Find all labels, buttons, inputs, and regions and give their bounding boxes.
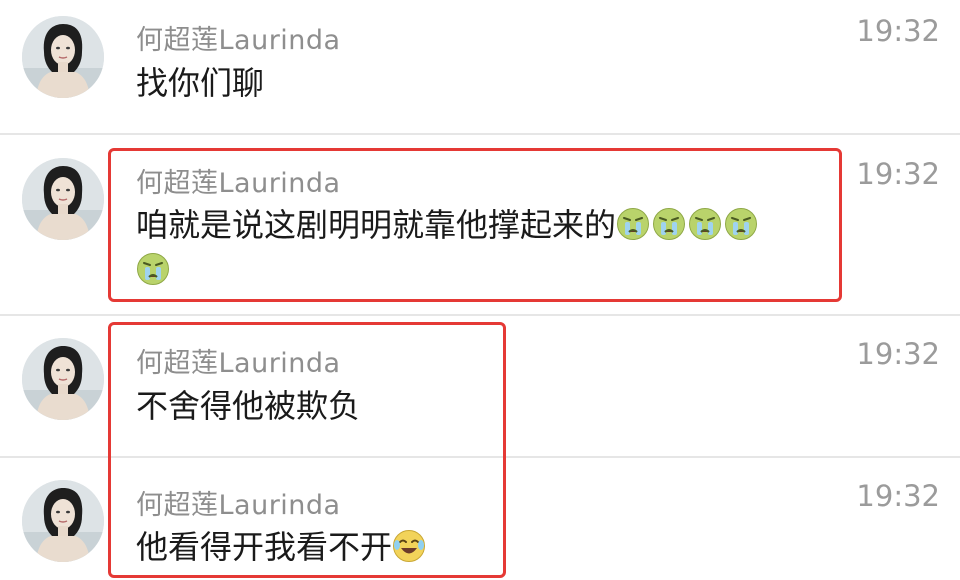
avatar[interactable]: [22, 480, 104, 562]
chat-message[interactable]: 何超莲Laurinda 19:32 不舍得他被欺负: [0, 316, 960, 456]
sender-name[interactable]: 何超莲Laurinda: [136, 161, 341, 200]
chat-message[interactable]: 何超莲Laurinda 19:32 他看得开我看不开: [0, 458, 960, 580]
crying-face-icon: [652, 207, 686, 241]
message-text: 他看得开我看不开: [136, 528, 393, 566]
avatar[interactable]: [22, 158, 104, 240]
crying-face-icon: [136, 252, 170, 286]
crying-face-icon: [616, 207, 650, 241]
sender-name[interactable]: 何超莲Laurinda: [136, 341, 341, 380]
sender-name[interactable]: 何超莲Laurinda: [136, 483, 341, 522]
message-text-row-2: [136, 241, 172, 299]
sender-name[interactable]: 何超莲Laurinda: [136, 18, 341, 57]
message-time: 19:32: [856, 14, 940, 48]
message-time: 19:32: [856, 157, 940, 191]
message-text: 不舍得他被欺负: [136, 387, 361, 425]
chat-message[interactable]: 何超莲Laurinda 19:32 找你们聊: [0, 0, 960, 134]
avatar[interactable]: [22, 338, 104, 420]
tears-of-joy-icon: [392, 529, 426, 563]
crying-face-icon: [688, 207, 722, 241]
chat-message[interactable]: 何超莲Laurinda 19:32 咱就是说这剧明明就靠他撑起来的: [0, 135, 960, 315]
message-time: 19:32: [856, 337, 940, 371]
avatar[interactable]: [22, 16, 104, 98]
chat-message-list: 何超莲Laurinda 19:32 找你们聊 何超莲Laurinda 19:32…: [0, 0, 960, 580]
message-text-row: 咱就是说这剧明明就靠他撑起来的: [136, 196, 760, 254]
message-text: 找你们聊: [136, 64, 265, 102]
crying-face-icon: [724, 207, 758, 241]
message-text-row: 他看得开我看不开: [136, 518, 428, 576]
message-time: 19:32: [856, 479, 940, 513]
message-text: 咱就是说这剧明明就靠他撑起来的: [136, 206, 617, 244]
